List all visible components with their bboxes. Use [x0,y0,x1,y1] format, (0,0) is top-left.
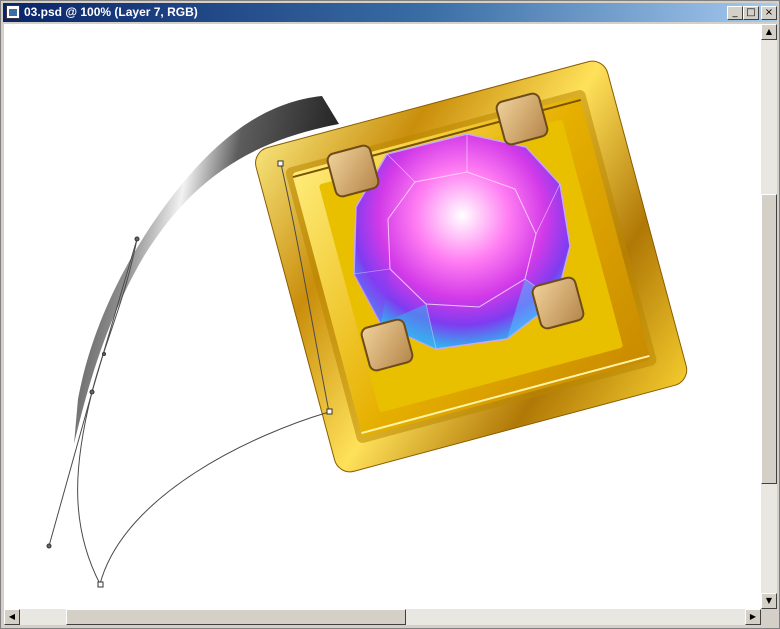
scroll-up-button[interactable]: ▲ [761,24,777,40]
window-title: 03.psd @ 100% (Layer 7, RGB) [24,5,198,19]
canvas[interactable] [4,24,761,609]
maximize-button[interactable]: □ [743,6,759,20]
artwork [46,60,688,588]
scroll-right-button[interactable]: ▶ [745,609,761,625]
vertical-scroll-thumb[interactable] [761,194,777,484]
close-button[interactable]: × [761,6,777,20]
horizontal-scrollbar[interactable]: ◀ ▶ [4,609,761,625]
document-window: 03.psd @ 100% (Layer 7, RGB) _ □ × ▲ ▼ ◀… [0,0,780,629]
scroll-left-button[interactable]: ◀ [4,609,20,625]
minimize-button[interactable]: _ [727,6,743,20]
resize-corner[interactable] [761,609,777,625]
title-bar[interactable]: 03.psd @ 100% (Layer 7, RGB) _ □ × [3,3,777,22]
document-icon[interactable] [6,5,20,19]
scroll-down-button[interactable]: ▼ [761,593,777,609]
vertical-scrollbar[interactable]: ▲ ▼ [761,24,777,609]
horizontal-scroll-thumb[interactable] [66,609,406,625]
